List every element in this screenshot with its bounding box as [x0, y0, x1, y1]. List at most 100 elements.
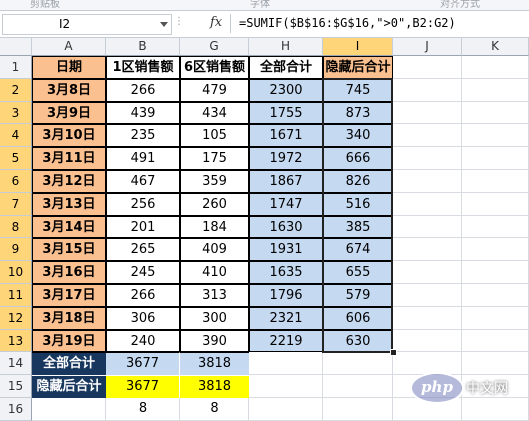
- zone1-sales-cell[interactable]: 439: [106, 101, 180, 125]
- grid-cell[interactable]: [393, 284, 462, 307]
- zone6-sales-cell[interactable]: 390: [180, 329, 249, 353]
- grid-cell[interactable]: [323, 398, 393, 421]
- row-header-14[interactable]: 14: [0, 352, 32, 376]
- column-header-g[interactable]: G: [180, 38, 249, 56]
- row-header-7[interactable]: 7: [0, 192, 32, 216]
- row-header-13[interactable]: 13: [0, 329, 32, 353]
- hidden-total-cell[interactable]: 516: [323, 192, 393, 216]
- grid-cell[interactable]: [393, 101, 462, 125]
- row-header-5[interactable]: 5: [0, 147, 32, 170]
- date-cell[interactable]: 3月18日: [32, 306, 106, 330]
- column-header-b[interactable]: B: [106, 38, 180, 56]
- grid-cell[interactable]: [462, 329, 529, 353]
- formula-input[interactable]: =SUMIF($B$16:$G$16,">0",B2:G2): [230, 14, 527, 33]
- zone6-sales-cell[interactable]: 359: [180, 170, 249, 193]
- all-total-cell[interactable]: 1931: [249, 238, 323, 262]
- grid-cell[interactable]: [462, 101, 529, 125]
- grid-cell[interactable]: [462, 56, 529, 79]
- header-all-total[interactable]: 全部合计: [249, 56, 323, 79]
- zone6-sales-cell[interactable]: 184: [180, 215, 249, 239]
- grid-cell[interactable]: [393, 261, 462, 284]
- row-header-4[interactable]: 4: [0, 124, 32, 148]
- name-box[interactable]: I2: [2, 14, 172, 35]
- date-cell[interactable]: 3月17日: [32, 284, 106, 307]
- grid-cell[interactable]: [393, 215, 462, 239]
- all-total-cell[interactable]: 1796: [249, 284, 323, 307]
- date-cell[interactable]: 3月19日: [32, 329, 106, 353]
- row-header-1[interactable]: 1: [0, 56, 32, 79]
- row-header-15[interactable]: 15: [0, 375, 32, 398]
- all-total-cell[interactable]: 1630: [249, 215, 323, 239]
- insert-function-icon[interactable]: fx: [210, 15, 222, 30]
- all-total-label[interactable]: 全部合计: [32, 352, 106, 376]
- hidden-total-cell[interactable]: 630: [323, 329, 393, 353]
- header-zone1-sales[interactable]: 1区销售额: [106, 56, 180, 79]
- date-cell[interactable]: 3月8日: [32, 78, 106, 102]
- grid-cell[interactable]: [393, 56, 462, 79]
- zone6-sales-cell[interactable]: 175: [180, 147, 249, 170]
- grid-cell[interactable]: [462, 147, 529, 170]
- all-total-cell[interactable]: 1755: [249, 101, 323, 125]
- all-total-cell[interactable]: 1671: [249, 124, 323, 148]
- zone6-sales-cell[interactable]: 260: [180, 192, 249, 216]
- hidden-total-cell[interactable]: 674: [323, 238, 393, 262]
- hidden-total-cell[interactable]: 666: [323, 147, 393, 170]
- column-header-i[interactable]: I: [323, 38, 393, 56]
- visible-flag-zone6[interactable]: 8: [180, 398, 249, 421]
- column-header-h[interactable]: H: [249, 38, 323, 56]
- select-all-corner[interactable]: [0, 38, 32, 56]
- grid-cell[interactable]: [393, 329, 462, 353]
- all-total-cell[interactable]: 1635: [249, 261, 323, 284]
- grid-cell[interactable]: [462, 215, 529, 239]
- grid-cell[interactable]: [393, 192, 462, 216]
- zone1-sales-cell[interactable]: 240: [106, 329, 180, 353]
- grid-cell[interactable]: [393, 78, 462, 102]
- all-total-cell[interactable]: 2219: [249, 329, 323, 353]
- zone1-sales-cell[interactable]: 235: [106, 124, 180, 148]
- hidden-total-cell[interactable]: 873: [323, 101, 393, 125]
- grid-cell[interactable]: [323, 375, 393, 398]
- all-total-cell[interactable]: 1867: [249, 170, 323, 193]
- grid-cell[interactable]: [462, 238, 529, 262]
- date-cell[interactable]: 3月15日: [32, 238, 106, 262]
- grid-cell[interactable]: [249, 398, 323, 421]
- all-total-cell[interactable]: 1972: [249, 147, 323, 170]
- zone6-sales-cell[interactable]: 300: [180, 306, 249, 330]
- grid-cell[interactable]: [249, 375, 323, 398]
- zone1-sales-cell[interactable]: 256: [106, 192, 180, 216]
- grid-cell[interactable]: [462, 124, 529, 148]
- all-total-zone1[interactable]: 3677: [106, 352, 180, 376]
- row-header-3[interactable]: 3: [0, 101, 32, 125]
- grid-cell[interactable]: [393, 124, 462, 148]
- hidden-total-cell[interactable]: 745: [323, 78, 393, 102]
- grid-cell[interactable]: [323, 352, 393, 376]
- row-header-10[interactable]: 10: [0, 261, 32, 284]
- zone6-sales-cell[interactable]: 313: [180, 284, 249, 307]
- date-cell[interactable]: 3月13日: [32, 192, 106, 216]
- all-total-cell[interactable]: 2300: [249, 78, 323, 102]
- ribbon-group-font[interactable]: 字体: [250, 0, 270, 10]
- ribbon-group-alignment[interactable]: 对齐方式: [440, 0, 480, 10]
- column-header-a[interactable]: A: [32, 38, 106, 56]
- header-date[interactable]: 日期: [32, 56, 106, 79]
- row-header-6[interactable]: 6: [0, 170, 32, 193]
- zone1-sales-cell[interactable]: 266: [106, 78, 180, 102]
- grid-cell[interactable]: [393, 170, 462, 193]
- hidden-total-cell[interactable]: 385: [323, 215, 393, 239]
- date-cell[interactable]: 3月10日: [32, 124, 106, 148]
- grid-cell[interactable]: [32, 398, 106, 421]
- zone6-sales-cell[interactable]: 409: [180, 238, 249, 262]
- grid-cell[interactable]: [462, 170, 529, 193]
- zone1-sales-cell[interactable]: 467: [106, 170, 180, 193]
- row-header-12[interactable]: 12: [0, 306, 32, 330]
- hidden-total-zone1[interactable]: 3677: [106, 375, 180, 398]
- grid-cell[interactable]: [462, 306, 529, 330]
- hidden-total-cell[interactable]: 340: [323, 124, 393, 148]
- all-total-zone6[interactable]: 3818: [180, 352, 249, 376]
- date-cell[interactable]: 3月11日: [32, 147, 106, 170]
- zone1-sales-cell[interactable]: 491: [106, 147, 180, 170]
- date-cell[interactable]: 3月9日: [32, 101, 106, 125]
- hidden-total-cell[interactable]: 655: [323, 261, 393, 284]
- grid-cell[interactable]: [462, 192, 529, 216]
- grid-cell[interactable]: [462, 78, 529, 102]
